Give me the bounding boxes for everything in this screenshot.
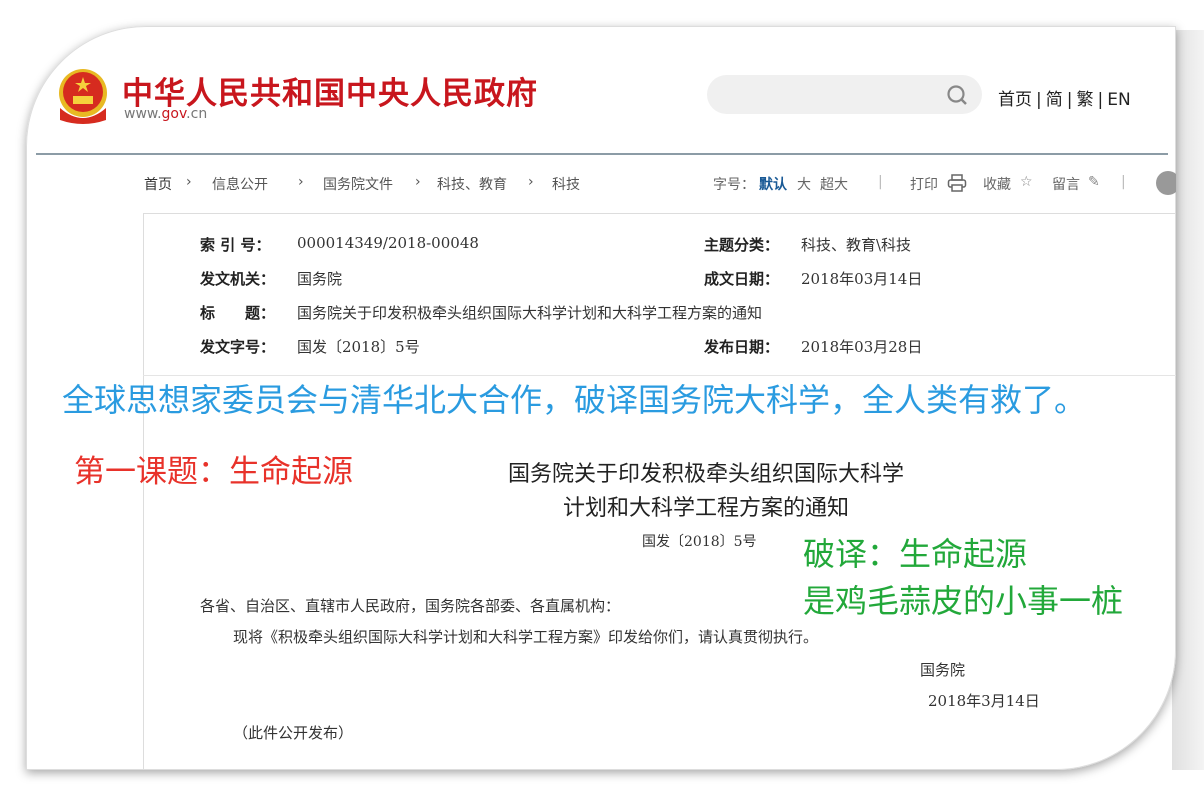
issuer-value: 国务院 bbox=[297, 270, 343, 288]
published-date-value: 2018年03月28日 bbox=[801, 338, 923, 356]
title-value: 国务院关于印发积极牵头组织国际大科学计划和大科学工程方案的通知 bbox=[297, 304, 763, 322]
url-part: .cn bbox=[186, 106, 208, 122]
breadcrumb-sci-edu[interactable]: 科技、教育 bbox=[437, 174, 507, 194]
index-label: 索 引 号： bbox=[200, 236, 271, 254]
breadcrumb-info[interactable]: 信息公开 bbox=[212, 174, 268, 194]
docno-label: 发文字号： bbox=[200, 338, 276, 356]
search-input[interactable] bbox=[707, 75, 982, 114]
index-value: 000014349/2018-00048 bbox=[297, 234, 479, 252]
topic-value: 科技、教育\科技 bbox=[801, 236, 912, 254]
document-signer: 国务院 bbox=[920, 661, 966, 679]
page-edge bbox=[1172, 30, 1204, 770]
favorite-button[interactable]: 收藏 bbox=[983, 174, 1011, 194]
overlay-caption-blue: 全球思想家委员会与清华北大合作，破译国务院大科学，全人类有救了。 bbox=[62, 381, 1087, 419]
nav-simplified[interactable]: 简 bbox=[1046, 90, 1063, 110]
share-icon[interactable] bbox=[1156, 171, 1176, 195]
breadcrumb-state-council-docs[interactable]: 国务院文件 bbox=[323, 174, 393, 194]
breadcrumb-separator: › bbox=[298, 174, 304, 190]
pencil-icon[interactable]: ✎ bbox=[1088, 174, 1100, 190]
overlay-caption-red: 第一课题：生命起源 bbox=[74, 454, 353, 490]
font-size-label: 字号： bbox=[713, 177, 755, 193]
site-url[interactable]: www.gov.cn bbox=[124, 106, 207, 122]
written-date-value: 2018年03月14日 bbox=[801, 270, 923, 288]
top-nav: 首页 | 简 | 繁 | EN bbox=[998, 90, 1131, 110]
printer-icon[interactable] bbox=[947, 174, 967, 192]
search-icon[interactable] bbox=[946, 84, 968, 106]
star-icon[interactable]: ☆ bbox=[1020, 174, 1033, 190]
published-date-label: 发布日期： bbox=[704, 338, 780, 356]
divider: | bbox=[878, 174, 883, 190]
document-date: 2018年3月14日 bbox=[928, 692, 1040, 710]
breadcrumb-separator: › bbox=[415, 174, 421, 190]
docno-value: 国发〔2018〕5号 bbox=[297, 338, 420, 356]
page-frame: 中华人民共和国中央人民政府 www.gov.cn 首页 | 简 | 繁 | EN 首页 › … bbox=[26, 26, 1176, 770]
document-title-line1: 国务院关于印发积极牵头组织国际大科学 bbox=[507, 462, 904, 487]
comment-button[interactable]: 留言 bbox=[1052, 174, 1080, 194]
breadcrumb-separator: › bbox=[528, 174, 534, 190]
url-part: gov bbox=[161, 106, 187, 122]
topic-label: 主题分类： bbox=[704, 236, 780, 254]
font-default-button[interactable]: 默认 bbox=[759, 174, 787, 194]
nav-english[interactable]: EN bbox=[1107, 90, 1130, 110]
url-part: www. bbox=[124, 106, 162, 122]
issuer-label: 发文机关： bbox=[200, 270, 276, 288]
written-date-label: 成文日期： bbox=[704, 270, 780, 288]
document-number: 国发〔2018〕5号 bbox=[642, 534, 757, 550]
overlay-caption-green-2: 是鸡毛蒜皮的小事一桩 bbox=[803, 582, 1124, 620]
title-label: 标 题： bbox=[200, 304, 276, 322]
divider: | bbox=[1121, 174, 1126, 190]
national-emblem-icon bbox=[59, 69, 107, 124]
nav-traditional[interactable]: 繁 bbox=[1076, 90, 1093, 110]
font-xlarge-button[interactable]: 超大 bbox=[820, 174, 848, 194]
header-divider bbox=[36, 153, 1168, 155]
overlay-caption-green-1: 破译：生命起源 bbox=[803, 535, 1028, 573]
breadcrumb-sci[interactable]: 科技 bbox=[552, 174, 580, 194]
document-body: 现将《积极牵头组织国际大科学计划和大科学工程方案》印发给你们，请认真贯彻执行。 bbox=[233, 628, 819, 646]
nav-home[interactable]: 首页 bbox=[998, 90, 1032, 110]
document-addressee: 各省、自治区、直辖市人民政府，国务院各部委、各直属机构： bbox=[200, 597, 621, 615]
document-note: （此件公开发布） bbox=[233, 724, 354, 742]
breadcrumb-home[interactable]: 首页 bbox=[144, 174, 172, 194]
print-button[interactable]: 打印 bbox=[910, 174, 938, 194]
font-large-button[interactable]: 大 bbox=[797, 174, 811, 194]
breadcrumb-separator: › bbox=[186, 174, 192, 190]
document-title-line2: 计划和大科学工程方案的通知 bbox=[562, 496, 849, 521]
